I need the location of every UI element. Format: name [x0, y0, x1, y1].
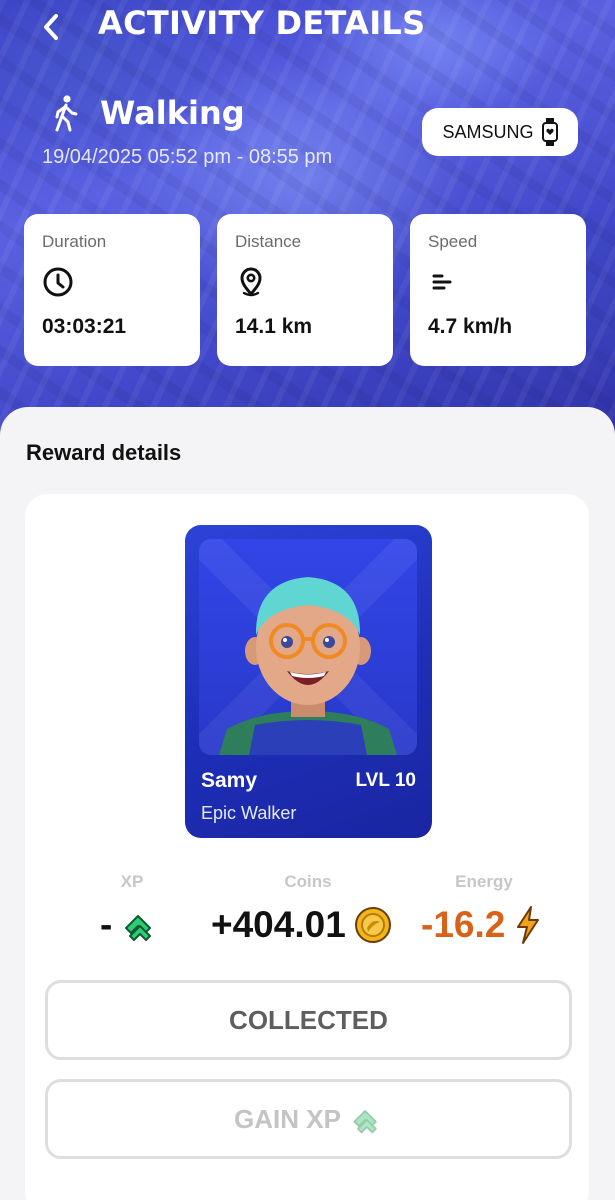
energy-column: Energy — [399, 872, 569, 892]
xp-chevrons-icon — [125, 915, 152, 941]
gain-xp-button-label: GAIN XP — [234, 1103, 341, 1134]
collected-button[interactable]: COLLECTED — [45, 980, 572, 1060]
stat-card-duration: Duration 03:03:21 — [24, 214, 200, 366]
reward-heading: Reward details — [26, 440, 182, 465]
device-badge: SAMSUNG — [422, 108, 578, 156]
stat-label: Distance — [235, 232, 302, 251]
collected-button-label: COLLECTED — [229, 1004, 388, 1035]
lightning-bolt-icon — [517, 906, 540, 944]
header-background: ACTIVITY DETAILS Walking 19/04/2025 05:5… — [0, 0, 615, 440]
stat-card-speed: Speed 4.7 km/h — [410, 214, 586, 366]
stat-value: 03:03:21 — [42, 315, 127, 338]
smartwatch-icon — [541, 118, 558, 146]
reward-panel: Samy LVL 10 Epic Walker XP Coins Energy … — [25, 494, 589, 1200]
xp-label: XP — [120, 872, 144, 891]
stat-value: 14.1 km — [235, 315, 313, 338]
back-button[interactable] — [36, 10, 66, 44]
gain-xp-button[interactable]: GAIN XP — [45, 1079, 572, 1159]
clock-icon — [43, 267, 73, 297]
stat-card-distance: Distance 14.1 km — [217, 214, 393, 366]
avatar-name: Samy — [201, 769, 258, 792]
energy-value-row: -16.2 — [421, 904, 543, 946]
walking-person-icon — [55, 95, 78, 132]
coins-column: Coins — [223, 872, 393, 892]
avatar-portrait — [219, 577, 397, 755]
location-pin-icon — [240, 267, 262, 297]
page-title: ACTIVITY DETAILS — [98, 4, 426, 42]
xp-column: XP — [47, 872, 217, 892]
xp-value-row: - — [100, 904, 158, 946]
xp-value: - — [100, 904, 113, 945]
avatar-title: Epic Walker — [201, 803, 297, 823]
coin-icon — [354, 907, 391, 943]
xp-chevrons-icon — [353, 1110, 377, 1134]
avatar-card[interactable]: Samy LVL 10 Epic Walker — [185, 525, 432, 838]
coins-value-row: +404.01 — [211, 904, 392, 946]
stat-value: 4.7 km/h — [428, 315, 513, 338]
device-name: SAMSUNG — [442, 121, 534, 142]
speed-lines-icon — [432, 274, 452, 290]
activity-time-range: 19/04/2025 05:52 pm - 08:55 pm — [42, 146, 333, 168]
reward-sheet: Reward details Samy LVL 10 Epic Walker X… — [0, 407, 615, 1200]
energy-value: -16.2 — [421, 904, 506, 945]
activity-name: Walking — [100, 94, 245, 132]
coins-label: Coins — [284, 872, 332, 891]
avatar-image — [199, 539, 417, 755]
energy-label: Energy — [455, 872, 513, 891]
chevron-left-icon — [44, 14, 58, 40]
stat-label: Speed — [428, 232, 478, 251]
coins-value: +404.01 — [211, 904, 346, 945]
stat-label: Duration — [42, 232, 107, 251]
avatar-level: LVL 10 — [355, 770, 416, 791]
